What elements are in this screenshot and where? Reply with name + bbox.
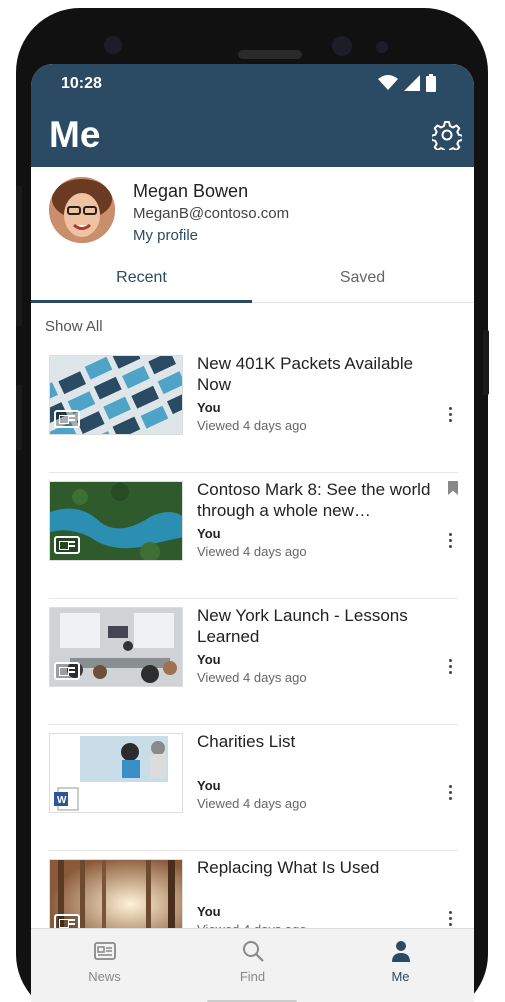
bottom-nav: News Find Me [31, 928, 474, 1002]
thumbnail-aerial-lake [49, 481, 183, 561]
item-viewed: Viewed 4 days ago [197, 418, 307, 433]
item-author: You [197, 400, 221, 415]
item-title: Replacing What Is Used [197, 858, 380, 877]
item-title: New York Launch - Lessons Learned [197, 606, 408, 646]
status-icons [378, 74, 436, 92]
more-options-icon[interactable] [444, 657, 456, 677]
more-options-icon[interactable] [444, 909, 456, 929]
item-viewed: Viewed 4 days ago [197, 670, 307, 685]
item-title: New 401K Packets Available Now [197, 354, 414, 394]
item-title: Contoso Mark 8: See the world through a … [197, 480, 431, 520]
news-badge-icon [54, 410, 80, 428]
more-options-icon[interactable] [444, 405, 456, 425]
person-icon [392, 941, 410, 962]
gear-icon[interactable] [432, 120, 462, 150]
my-profile-link[interactable]: My profile [133, 227, 198, 244]
nav-label: News [88, 969, 121, 984]
sensor [376, 41, 388, 53]
news-icon [94, 942, 116, 960]
app-screen: 10:28 Me Megan Bowen MeganB@contoso.com … [31, 64, 474, 1002]
item-viewed: Viewed 4 days ago [197, 796, 307, 811]
item-author: You [197, 652, 221, 667]
search-icon [243, 941, 264, 962]
item-author: You [197, 526, 221, 541]
nav-label: Find [239, 969, 266, 984]
app-header: 10:28 Me [31, 64, 474, 167]
thumbnail-forest [49, 859, 183, 939]
list-item[interactable]: New 401K Packets Available Now You Viewe… [49, 347, 458, 473]
tab-recent[interactable]: Recent [31, 255, 252, 303]
avatar [49, 177, 115, 243]
side-button [483, 330, 489, 395]
nav-find[interactable]: Find [179, 929, 326, 989]
news-badge-icon [54, 662, 80, 680]
speaker-grille [238, 50, 302, 59]
thumbnail-word-document: W [49, 733, 183, 813]
nav-me[interactable]: Me [327, 929, 474, 989]
show-all-link[interactable]: Show All [45, 318, 103, 335]
recent-list: New 401K Packets Available Now You Viewe… [31, 347, 474, 977]
item-viewed: Viewed 4 days ago [197, 544, 307, 559]
battery-icon [426, 74, 436, 92]
item-author: You [197, 778, 221, 793]
tab-bar: Recent Saved [31, 255, 474, 303]
profile-name: Megan Bowen [133, 181, 249, 201]
nav-news[interactable]: News [31, 929, 178, 989]
signal-icon [404, 75, 420, 91]
page-title: Me [49, 114, 101, 155]
item-title: Charities List [197, 732, 296, 751]
bookmark-icon[interactable] [448, 481, 458, 495]
thumbnail-meeting-room [49, 607, 183, 687]
side-button [16, 186, 22, 326]
list-item[interactable]: Contoso Mark 8: See the world through a … [49, 473, 458, 599]
profile-card: Megan Bowen MeganB@contoso.com My profil… [31, 167, 474, 255]
item-author: You [197, 904, 221, 919]
news-badge-icon [54, 536, 80, 554]
svg-text:W: W [57, 795, 67, 806]
sensor [332, 36, 352, 56]
more-options-icon[interactable] [444, 783, 456, 803]
thumbnail-business-cards [49, 355, 183, 435]
side-button [16, 385, 22, 450]
list-item[interactable]: W Charities List You Viewed 4 days ago [49, 725, 458, 851]
wifi-icon [378, 75, 398, 90]
nav-label: Me [391, 969, 410, 984]
tab-saved[interactable]: Saved [252, 255, 473, 303]
list-item[interactable]: New York Launch - Lessons Learned You Vi… [49, 599, 458, 725]
status-time: 10:28 [61, 75, 102, 92]
more-options-icon[interactable] [444, 531, 456, 551]
front-camera [104, 36, 122, 54]
profile-email: MeganB@contoso.com [133, 205, 290, 222]
